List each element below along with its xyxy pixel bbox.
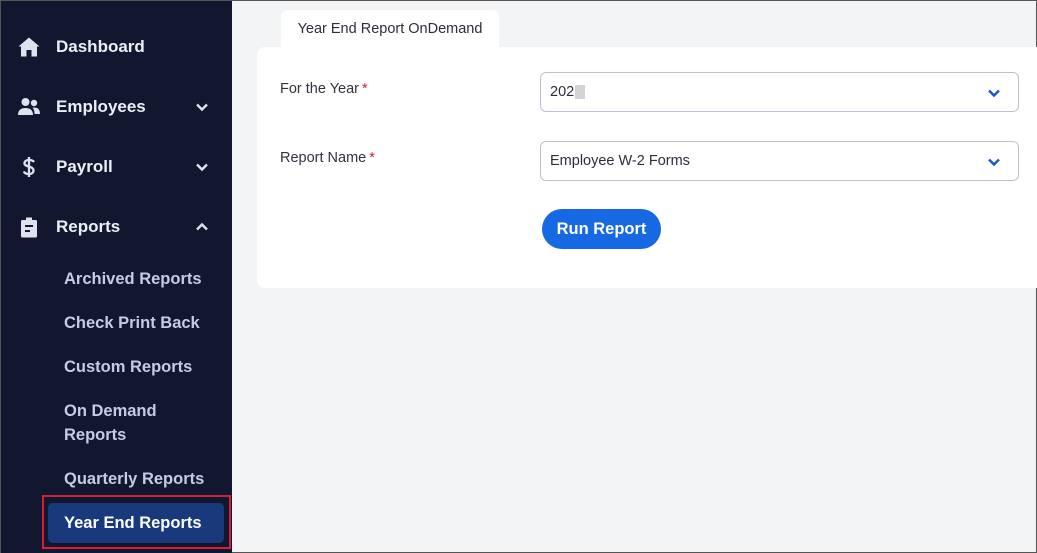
year-select[interactable]: 202	[540, 72, 1019, 112]
chevron-up-icon	[194, 219, 210, 235]
sidebar: Dashboard Employees Payroll Reports Arch…	[1, 1, 232, 553]
chevron-down-icon	[986, 154, 1002, 170]
sidebar-item-label: Reports	[56, 217, 121, 236]
sidebar-item-label: Payroll	[56, 157, 113, 176]
report-name-select[interactable]: Employee W-2 Forms	[540, 141, 1019, 181]
sidebar-item-dashboard[interactable]: Dashboard	[1, 27, 232, 67]
report-name-label-text: Report Name	[280, 150, 367, 166]
redacted-digit	[575, 85, 586, 99]
sidebar-item-label: Employees	[56, 97, 146, 116]
sidebar-item-employees[interactable]: Employees	[1, 87, 232, 127]
run-report-button[interactable]: Run Report	[542, 209, 661, 249]
required-marker: *	[369, 150, 375, 166]
submenu-year-end-reports[interactable]: Year End Reports	[48, 503, 224, 543]
sidebar-item-label: Dashboard	[56, 37, 145, 56]
home-icon	[16, 34, 42, 60]
submenu-archived-reports[interactable]: Archived Reports	[64, 267, 224, 291]
required-marker: *	[362, 81, 368, 97]
submenu-on-demand-reports[interactable]: On Demand Reports	[64, 399, 184, 447]
chevron-down-icon	[194, 99, 210, 115]
submenu-check-print-back[interactable]: Check Print Back	[64, 311, 224, 335]
year-select-value: 202	[550, 84, 575, 100]
sidebar-item-reports[interactable]: Reports	[1, 207, 232, 247]
report-name-field-label: Report Name *	[280, 150, 375, 166]
sidebar-item-payroll[interactable]: Payroll	[1, 147, 232, 187]
year-field-label: For the Year *	[280, 81, 368, 97]
dollar-icon	[16, 154, 42, 180]
year-label-text: For the Year	[280, 81, 359, 97]
chevron-down-icon	[986, 85, 1002, 101]
report-name-select-value: Employee W-2 Forms	[550, 153, 690, 169]
submenu-quarterly-reports[interactable]: Quarterly Reports	[64, 467, 224, 491]
users-icon	[16, 94, 42, 120]
tab-year-end-report-ondemand[interactable]: Year End Report OnDemand	[281, 10, 499, 47]
clipboard-icon	[16, 214, 42, 240]
chevron-down-icon	[194, 159, 210, 175]
submenu-custom-reports[interactable]: Custom Reports	[64, 355, 224, 379]
